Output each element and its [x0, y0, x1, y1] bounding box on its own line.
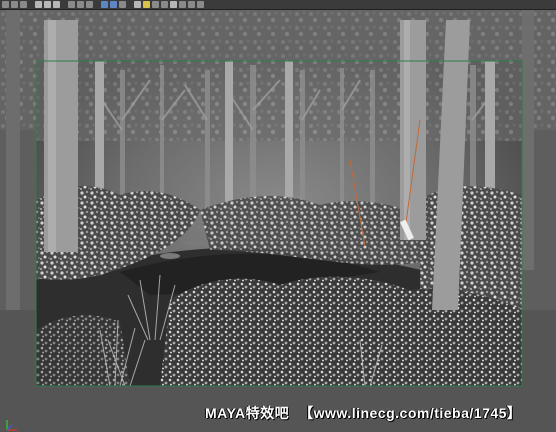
paint-icon[interactable]: [20, 1, 27, 8]
camera-icon[interactable]: [134, 1, 141, 8]
snap-point-icon[interactable]: [86, 1, 93, 8]
render-settings-icon[interactable]: [119, 1, 126, 8]
render-region: [36, 20, 522, 387]
isolate-icon[interactable]: [179, 1, 186, 8]
scale-icon[interactable]: [53, 1, 60, 8]
move-icon[interactable]: [35, 1, 42, 8]
rotate-icon[interactable]: [44, 1, 51, 8]
watermark: MAYA特效吧 【www.linecg.com/tieba/1745】: [205, 403, 521, 423]
select-icon[interactable]: [2, 1, 9, 8]
axis-gizmo-icon: [6, 420, 17, 431]
tree-trunk: [400, 20, 426, 240]
texture-icon[interactable]: [152, 1, 159, 8]
forest-scene-render: [0, 10, 556, 432]
snap-grid-icon[interactable]: [68, 1, 75, 8]
ipr-icon[interactable]: [110, 1, 117, 8]
xray-icon[interactable]: [188, 1, 195, 8]
perspective-viewport[interactable]: [0, 10, 556, 432]
shaded-icon[interactable]: [170, 1, 177, 8]
light-icon[interactable]: [143, 1, 150, 8]
render-icon[interactable]: [101, 1, 108, 8]
wireframe-icon[interactable]: [161, 1, 168, 8]
snap-curve-icon[interactable]: [77, 1, 84, 8]
grid-icon[interactable]: [197, 1, 204, 8]
watermark-brand: MAYA特效吧: [205, 405, 290, 421]
viewport-toolbar: [0, 0, 556, 10]
watermark-url: 【www.linecg.com/tieba/1745】: [299, 405, 522, 421]
lasso-icon[interactable]: [11, 1, 18, 8]
